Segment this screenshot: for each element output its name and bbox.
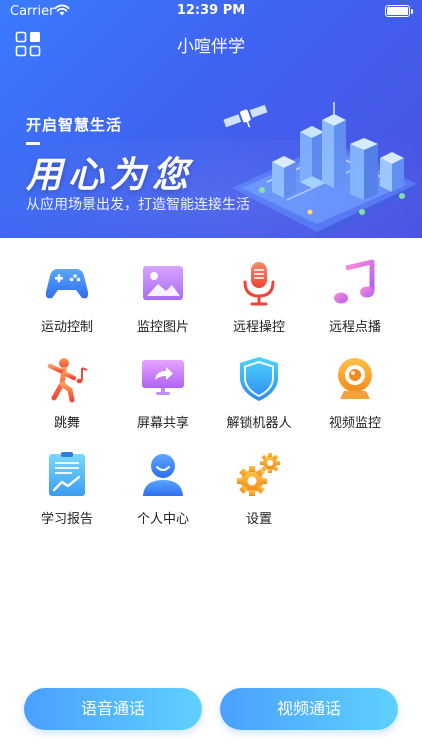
feature-motion[interactable]: 运动控制 <box>19 258 115 348</box>
feature-label: 远程点播 <box>328 320 381 335</box>
feature-label: 运动控制 <box>40 320 93 335</box>
feature-label: 屏幕共享 <box>136 416 189 431</box>
dancer-icon <box>47 358 88 403</box>
webcam-icon <box>338 358 372 399</box>
image-icon <box>143 266 183 300</box>
battery-icon <box>385 5 413 17</box>
feature-video-monitor[interactable]: 视频监控 <box>307 354 403 444</box>
feature-remote-play[interactable]: 远程点播 <box>307 258 403 348</box>
feature-unlock-robot[interactable]: 解锁机器人 <box>211 354 307 444</box>
page-title: 小喧伴学 <box>177 37 245 57</box>
status-bar: Carrier 12:39 PM <box>0 0 422 22</box>
banner-slogan: 用心为您 <box>26 155 195 196</box>
feature-label: 视频监控 <box>328 416 381 431</box>
feature-label: 监控图片 <box>136 320 189 335</box>
voice-call-button[interactable]: 语音通话 <box>24 688 202 730</box>
banner-tagline: 开启智慧生活 <box>26 116 123 134</box>
report-chart-icon <box>49 452 85 496</box>
feature-monitor-photos[interactable]: 监控图片 <box>115 258 211 348</box>
feature-label: 学习报告 <box>40 512 93 527</box>
feature-screen-share[interactable]: 屏幕共享 <box>115 354 211 444</box>
microphone-icon <box>243 262 275 306</box>
nav-bar: 小喧伴学 <box>0 22 422 66</box>
music-note-icon <box>334 259 375 304</box>
battery-tip <box>411 9 413 14</box>
smart-city-illustration <box>223 102 417 238</box>
feature-profile[interactable]: 个人中心 <box>115 450 211 540</box>
feature-remote-control[interactable]: 远程操控 <box>211 258 307 348</box>
shield-icon <box>240 357 278 401</box>
feature-settings[interactable]: 设置 <box>211 450 307 540</box>
feature-dance[interactable]: 跳舞 <box>19 354 115 444</box>
header-banner: Carrier 12:39 PM 小喧伴学 开启智慧生活 用心为您 从应用场景出… <box>0 0 422 238</box>
video-call-button[interactable]: 视频通话 <box>220 688 398 730</box>
battery-level <box>387 7 408 15</box>
feature-study-report[interactable]: 学习报告 <box>19 450 115 540</box>
feature-label: 个人中心 <box>136 512 189 527</box>
banner-subtitle: 从应用场景出发，打造智能连接生活 <box>26 197 250 213</box>
screen-share-icon <box>142 360 184 395</box>
gears-icon <box>237 453 280 496</box>
feature-label: 跳舞 <box>53 416 80 431</box>
feature-label: 设置 <box>245 512 272 527</box>
banner-divider <box>26 142 40 145</box>
user-icon <box>143 454 183 496</box>
feature-label: 解锁机器人 <box>226 416 292 431</box>
gamepad-icon <box>45 268 89 299</box>
feature-label: 远程操控 <box>232 320 285 335</box>
status-time: 12:39 PM <box>176 3 246 18</box>
